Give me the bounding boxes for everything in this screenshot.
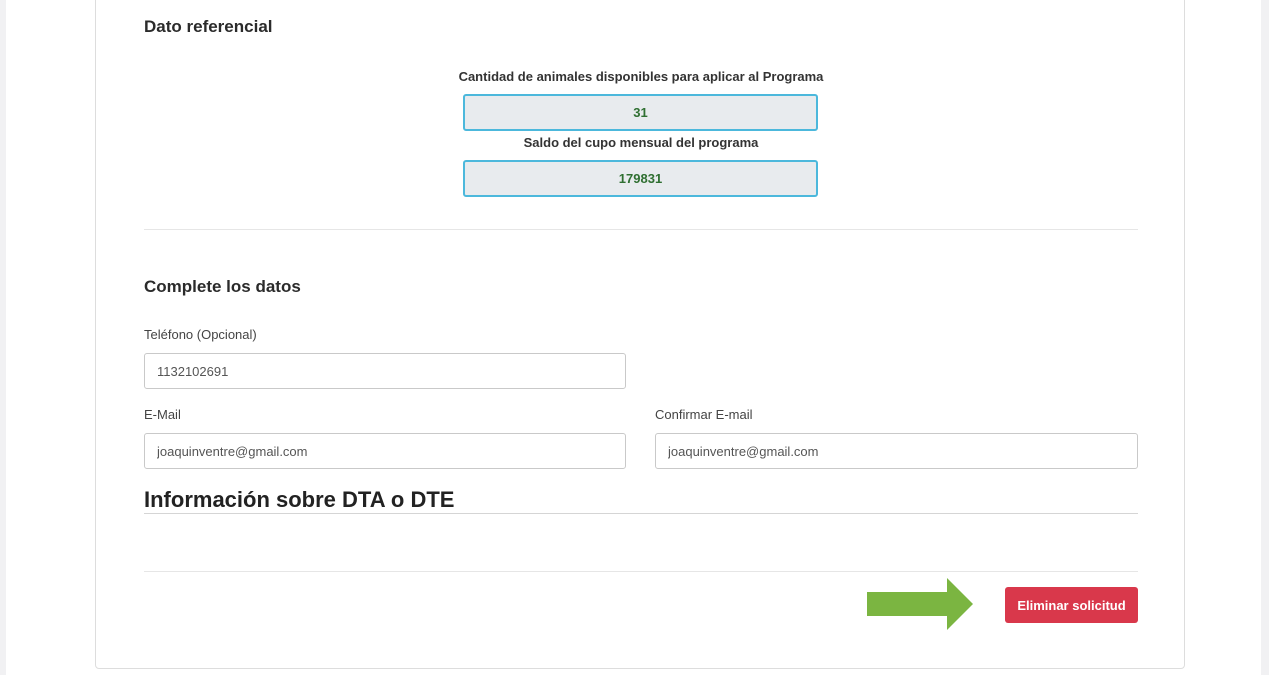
- form-card: Dato referencial Cantidad de animales di…: [95, 0, 1185, 669]
- form-section-title: Complete los datos: [144, 277, 301, 296]
- phone-label: Teléfono (Opcional): [144, 327, 257, 342]
- reference-section-title: Dato referencial: [144, 17, 273, 36]
- monthly-quota-value: 179831: [463, 160, 818, 197]
- section-divider: [144, 229, 1138, 230]
- confirm-email-input[interactable]: [655, 433, 1138, 469]
- actions-divider: [144, 571, 1138, 572]
- delete-request-button[interactable]: Eliminar solicitud: [1005, 587, 1138, 623]
- email-input[interactable]: [144, 433, 626, 469]
- confirm-email-label: Confirmar E-mail: [655, 407, 753, 422]
- animals-available-value: 31: [463, 94, 818, 131]
- dta-section-title: Información sobre DTA o DTE: [144, 487, 455, 512]
- phone-input[interactable]: [144, 353, 626, 389]
- animals-available-label: Cantidad de animales disponibles para ap…: [458, 69, 824, 84]
- monthly-quota-label: Saldo del cupo mensual del programa: [523, 135, 759, 150]
- right-arrow-icon: [867, 578, 995, 630]
- dta-title-underline: [144, 513, 1138, 514]
- email-label: E-Mail: [144, 407, 181, 422]
